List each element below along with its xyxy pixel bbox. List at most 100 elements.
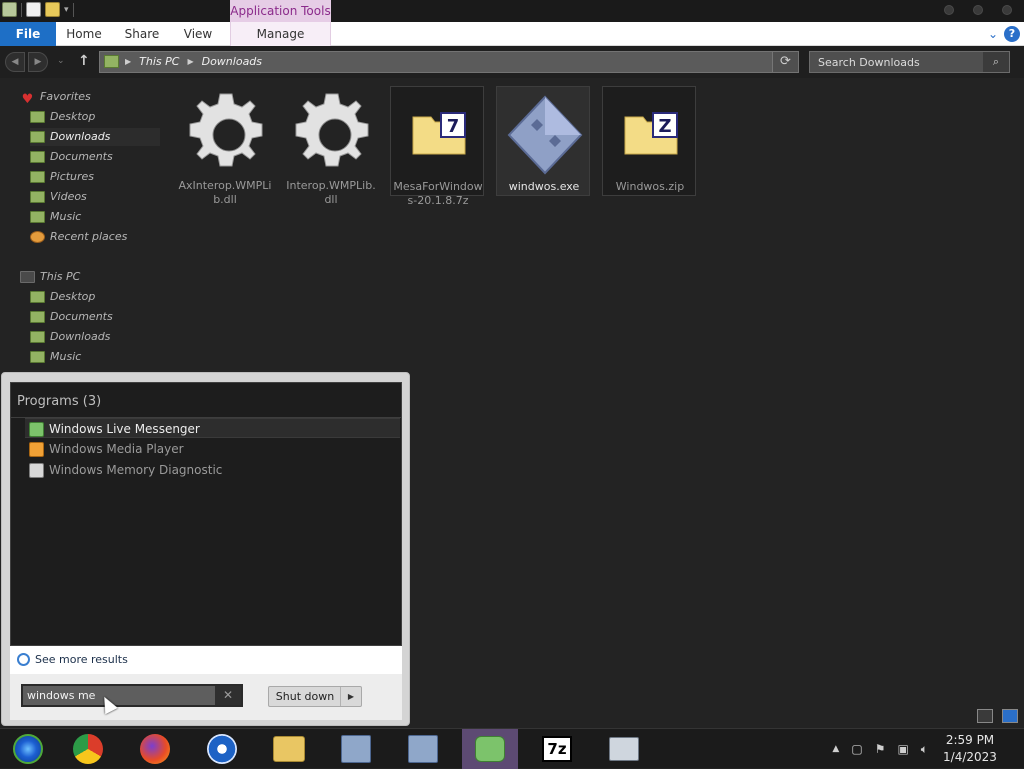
- properties-icon[interactable]: [26, 2, 41, 17]
- see-more-results-link[interactable]: See more results: [10, 646, 402, 674]
- nav-favorites-recent-places[interactable]: Recent places: [30, 228, 127, 246]
- pictures-icon: [30, 171, 45, 183]
- start-menu-footer: ✕ Shut down ▶: [10, 674, 402, 720]
- explorer-folder-icon[interactable]: [2, 2, 17, 17]
- nav-label: Documents: [50, 150, 113, 163]
- forward-button[interactable]: ▶: [28, 52, 48, 72]
- svg-text:7: 7: [447, 116, 460, 137]
- back-button[interactable]: ◀: [5, 52, 25, 72]
- program-item-messenger[interactable]: Windows Live Messenger: [25, 418, 400, 438]
- large-icons-view-icon[interactable]: [1002, 709, 1018, 723]
- nav-thispc-desktop[interactable]: Desktop: [30, 288, 95, 306]
- file-item[interactable]: Interop.WMPLib.dll: [284, 86, 378, 206]
- clock[interactable]: 2:59 PM 1/4/2023: [934, 732, 1006, 766]
- breadcrumb-this-pc[interactable]: This PC: [139, 52, 179, 72]
- navigation-bar: ◀ ▶ ⌄ ↑ ▶ This PC ▶ Downloads ⟳ ⌕: [0, 46, 1024, 78]
- nav-thispc-documents[interactable]: Documents: [30, 308, 113, 326]
- close-button[interactable]: [1002, 5, 1012, 15]
- breadcrumb: ▶ This PC ▶ Downloads: [125, 52, 262, 72]
- file-item[interactable]: Z Windwos.zip: [602, 86, 696, 196]
- navigation-pane: ♥ Favorites Desktop Downloads Documents P…: [0, 78, 170, 378]
- program-item-memory-diagnostic[interactable]: Windows Memory Diagnostic: [25, 460, 400, 480]
- tab-share[interactable]: Share: [115, 22, 169, 46]
- file-item[interactable]: windwos.exe: [496, 86, 590, 196]
- volume-icon[interactable]: 🔈︎: [921, 742, 928, 757]
- messenger-taskbar-button[interactable]: [462, 729, 518, 769]
- help-icon[interactable]: ?: [1004, 26, 1020, 42]
- minimize-button[interactable]: [944, 5, 954, 15]
- tab-file[interactable]: File: [0, 22, 56, 46]
- desktop-icon: [30, 291, 45, 303]
- file-name: MesaForWindows-20.1.8.7z: [393, 180, 483, 207]
- nav-label: Downloads: [50, 130, 111, 143]
- firefox-taskbar-button[interactable]: [127, 729, 183, 769]
- start-search-input[interactable]: [23, 686, 213, 705]
- flag-icon[interactable]: ⚑: [875, 742, 886, 756]
- qat-divider: [21, 2, 22, 17]
- shutdown-button[interactable]: Shut down ▶: [268, 686, 362, 707]
- nav-favorites-downloads[interactable]: Downloads: [30, 128, 160, 146]
- customize-qat-icon[interactable]: ▾: [64, 5, 69, 15]
- messenger-icon: [29, 422, 44, 437]
- installer-2-taskbar-button[interactable]: [395, 729, 451, 769]
- nav-this-pc[interactable]: This PC: [20, 268, 80, 286]
- details-view-icon[interactable]: [977, 709, 993, 723]
- action-center-icon[interactable]: ▢: [851, 742, 862, 756]
- nav-label: Music: [50, 210, 82, 223]
- shutdown-options-arrow-icon[interactable]: ▶: [340, 687, 361, 706]
- nav-favorites-videos[interactable]: Videos: [30, 188, 87, 206]
- zip-archive-icon: Z: [611, 91, 691, 177]
- system-tray: ▲ ▢ ⚑ ▣ 🔈︎: [832, 729, 928, 769]
- tab-view[interactable]: View: [173, 22, 223, 46]
- nav-favorites-documents[interactable]: Documents: [30, 148, 113, 166]
- file-explorer-taskbar-button[interactable]: [261, 729, 317, 769]
- opera-taskbar-button[interactable]: [194, 729, 250, 769]
- 7zip-taskbar-button[interactable]: 7z: [529, 729, 585, 769]
- recent-locations-icon[interactable]: ⌄: [57, 56, 65, 66]
- nav-thispc-music[interactable]: Music: [30, 348, 81, 366]
- search-box[interactable]: ⌕: [809, 51, 1010, 73]
- program-label: Windows Live Messenger: [49, 422, 200, 436]
- performance-monitor-taskbar-button[interactable]: [596, 729, 652, 769]
- installer-icon: [408, 735, 438, 763]
- clock-date: 1/4/2023: [943, 750, 997, 764]
- messenger-icon: [475, 736, 505, 762]
- file-item[interactable]: AxInterop.WMPLib.dll: [178, 86, 272, 206]
- new-folder-icon[interactable]: [45, 2, 60, 17]
- nav-label: Videos: [50, 190, 87, 203]
- programs-heading[interactable]: Programs (3): [17, 394, 101, 409]
- breadcrumb-arrow-icon[interactable]: ▶: [125, 52, 131, 72]
- desktop-icon: [30, 111, 45, 123]
- nav-thispc-downloads[interactable]: Downloads: [30, 328, 110, 346]
- search-icon[interactable]: ⌕: [983, 52, 1009, 72]
- nav-favorites-desktop[interactable]: Desktop: [30, 108, 95, 126]
- maximize-button[interactable]: [973, 5, 983, 15]
- clear-search-icon[interactable]: ✕: [215, 686, 241, 705]
- tab-home[interactable]: Home: [58, 22, 110, 46]
- title-bar: ▾ Application Tools: [0, 0, 1024, 22]
- start-orb-button[interactable]: [0, 729, 56, 769]
- chrome-taskbar-button[interactable]: [60, 729, 116, 769]
- program-label: Windows Memory Diagnostic: [49, 463, 223, 477]
- tab-manage[interactable]: Manage: [230, 22, 331, 46]
- refresh-button[interactable]: ⟳: [772, 52, 798, 72]
- breadcrumb-arrow-icon[interactable]: ▶: [187, 52, 193, 72]
- nav-favorites-pictures[interactable]: Pictures: [30, 168, 94, 186]
- opera-icon: [207, 734, 237, 764]
- expand-ribbon-icon[interactable]: ⌄: [988, 22, 998, 46]
- firefox-icon: [140, 734, 170, 764]
- installer-taskbar-button[interactable]: [328, 729, 384, 769]
- show-hidden-icons-icon[interactable]: ▲: [832, 744, 839, 754]
- nav-favorites-music[interactable]: Music: [30, 208, 81, 226]
- file-item[interactable]: 7 MesaForWindows-20.1.8.7z: [390, 86, 484, 207]
- breadcrumb-downloads[interactable]: Downloads: [202, 52, 262, 72]
- network-icon[interactable]: ▣: [897, 742, 908, 756]
- computer-icon: [20, 271, 35, 283]
- 7z-archive-icon: 7: [399, 91, 479, 177]
- up-button[interactable]: ↑: [78, 53, 90, 69]
- address-bar[interactable]: ▶ This PC ▶ Downloads ⟳: [99, 51, 799, 73]
- program-item-media-player[interactable]: Windows Media Player: [25, 439, 400, 459]
- nav-favorites[interactable]: ♥ Favorites: [20, 88, 91, 107]
- search-input[interactable]: [810, 52, 984, 72]
- start-search-box[interactable]: ✕: [21, 684, 243, 707]
